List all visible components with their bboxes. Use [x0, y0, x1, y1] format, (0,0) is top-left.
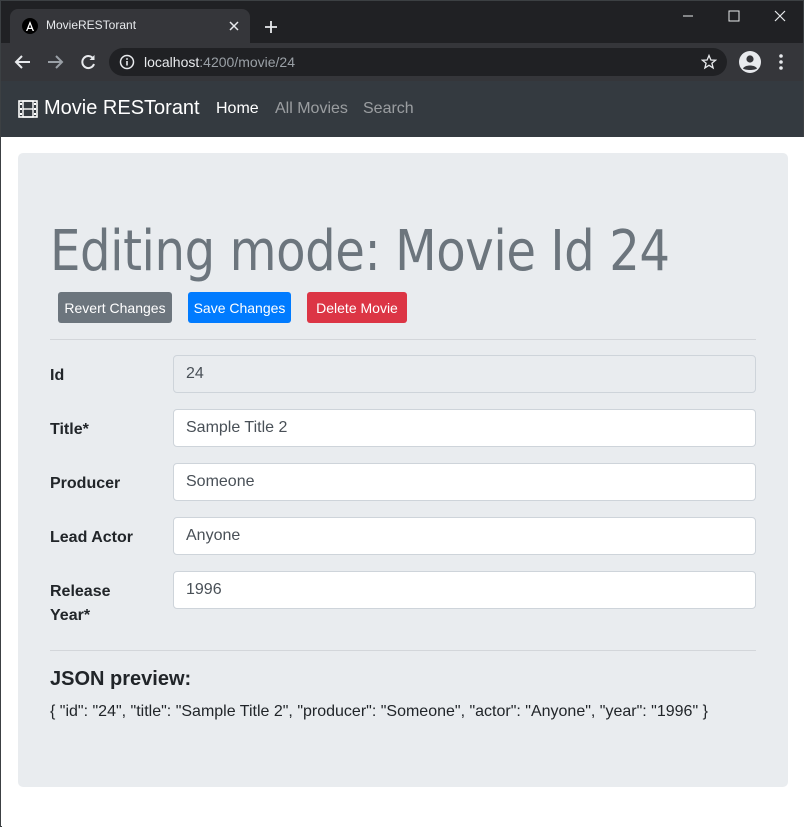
producer-field[interactable] [173, 463, 756, 501]
lead-actor-label: Lead Actor [50, 529, 133, 546]
title-field[interactable] [173, 409, 756, 447]
minimize-icon[interactable] [665, 1, 711, 31]
divider [50, 339, 756, 340]
delete-movie-button[interactable]: Delete Movie [307, 292, 407, 323]
revert-changes-button[interactable]: Revert Changes [58, 292, 172, 323]
back-icon[interactable] [11, 50, 35, 74]
star-icon[interactable] [701, 54, 717, 70]
title-label: Title* [50, 421, 89, 438]
angular-icon [22, 18, 38, 34]
json-preview-text: { "id": "24", "title": "Sample Title 2",… [50, 703, 708, 720]
address-bar[interactable]: localhost:4200/movie/24 [109, 48, 727, 76]
close-icon[interactable] [226, 18, 242, 34]
url-path: :4200/movie/24 [199, 54, 295, 70]
edit-panel: Editing mode: Movie Id 24 Revert Changes… [18, 153, 788, 787]
browser-toolbar: localhost:4200/movie/24 [1, 43, 803, 81]
nav-home[interactable]: Home [216, 100, 259, 118]
tab-strip: MovieRESTorant [1, 1, 803, 43]
nav-all-movies[interactable]: All Movies [275, 100, 348, 118]
producer-label: Producer [50, 475, 121, 492]
lead-actor-field[interactable] [173, 517, 756, 555]
release-year-label: Release Year* [50, 580, 111, 628]
app-navbar: Movie RESTorant Home All Movies Search [1, 81, 803, 137]
release-year-label-line1: Release [50, 583, 111, 600]
brand-text: Movie RESTorant [44, 97, 200, 119]
brand-link[interactable]: Movie RESTorant [18, 97, 200, 120]
more-vert-icon[interactable] [771, 50, 791, 74]
divider [50, 650, 756, 651]
browser-window: MovieRESTorant localhost:4200/movie/24 M… [0, 0, 804, 827]
id-label: Id [50, 367, 65, 384]
page-title: Editing mode: Movie Id 24 [50, 219, 670, 284]
reload-icon[interactable] [76, 50, 100, 74]
plus-icon[interactable] [261, 17, 281, 37]
nav-search[interactable]: Search [363, 100, 414, 118]
id-field[interactable] [173, 355, 756, 393]
save-changes-button[interactable]: Save Changes [188, 292, 291, 323]
forward-icon[interactable] [43, 50, 67, 74]
release-year-field[interactable] [173, 571, 756, 609]
film-icon [18, 99, 38, 118]
url-text: localhost:4200/movie/24 [144, 54, 295, 70]
maximize-icon[interactable] [711, 1, 757, 31]
json-preview-title: JSON preview: [50, 668, 192, 690]
page-body: Editing mode: Movie Id 24 Revert Changes… [2, 137, 804, 827]
browser-tab[interactable]: MovieRESTorant [10, 9, 250, 43]
info-icon[interactable] [119, 54, 135, 70]
release-year-label-line2: Year* [50, 607, 91, 624]
close-window-icon[interactable] [757, 1, 803, 31]
tab-title: MovieRESTorant [46, 18, 137, 32]
account-icon[interactable] [738, 50, 762, 74]
url-host: localhost [144, 54, 200, 70]
